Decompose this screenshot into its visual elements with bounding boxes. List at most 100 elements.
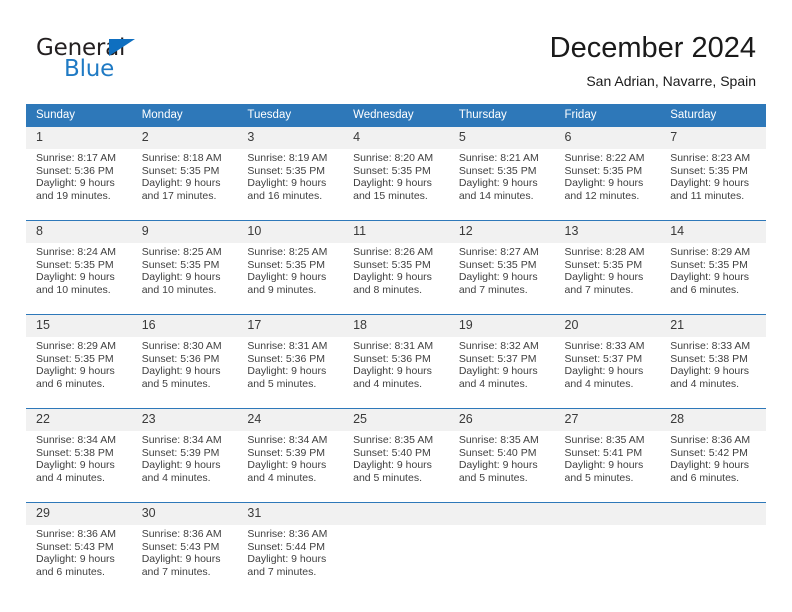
day-number[interactable]: 25 xyxy=(343,408,449,431)
sunrise-text: Sunrise: 8:17 AM xyxy=(36,152,116,164)
daylight-text-line2: and 10 minutes. xyxy=(36,283,111,296)
day-cell[interactable]: Sunrise: 8:28 AM Sunset: 5:35 PM Dayligh… xyxy=(554,243,661,315)
day-number[interactable]: 29 xyxy=(26,502,132,525)
day-number[interactable]: 15 xyxy=(26,314,132,337)
day-number[interactable]: 20 xyxy=(554,314,661,337)
day-cell[interactable]: Sunrise: 8:30 AM Sunset: 5:36 PM Dayligh… xyxy=(131,337,238,409)
day-cell[interactable]: Sunrise: 8:33 AM Sunset: 5:37 PM Dayligh… xyxy=(554,337,661,409)
day-number[interactable]: 1 xyxy=(26,127,132,149)
daylight-text-line2: and 10 minutes. xyxy=(141,283,217,296)
day-number[interactable]: 24 xyxy=(237,408,344,431)
sunset-text: Sunset: 5:36 PM xyxy=(141,352,220,365)
day-number[interactable]: 12 xyxy=(448,220,555,243)
day-cell[interactable]: Sunrise: 8:35 AM Sunset: 5:41 PM Dayligh… xyxy=(554,431,661,503)
day-number[interactable]: 28 xyxy=(660,408,766,431)
sunset-text: Sunset: 5:35 PM xyxy=(564,164,643,177)
daylight-text-line1: Daylight: 9 hours xyxy=(564,177,644,190)
page-header: General Blue December 2024 San Adrian, N… xyxy=(0,0,792,104)
day-cell[interactable]: Sunrise: 8:36 AM Sunset: 5:43 PM Dayligh… xyxy=(26,525,132,596)
general-blue-logo[interactable]: General Blue xyxy=(36,36,276,88)
sunrise-text: Sunrise: 8:36 AM xyxy=(247,528,328,540)
day-cell[interactable]: Sunrise: 8:35 AM Sunset: 5:40 PM Dayligh… xyxy=(448,431,555,503)
sunrise-text: Sunrise: 8:33 AM xyxy=(564,340,645,352)
day-cell[interactable]: Sunrise: 8:24 AM Sunset: 5:35 PM Dayligh… xyxy=(26,243,132,315)
day-number[interactable]: 22 xyxy=(26,408,132,431)
day-cell[interactable]: Sunrise: 8:19 AM Sunset: 5:35 PM Dayligh… xyxy=(237,149,344,221)
sunrise-text: Sunrise: 8:30 AM xyxy=(141,340,222,352)
day-number[interactable]: 7 xyxy=(660,127,766,149)
sunset-text: Sunset: 5:41 PM xyxy=(564,446,643,459)
day-number[interactable]: 9 xyxy=(131,220,238,243)
day-cell-empty xyxy=(343,525,449,596)
weekday-header-monday: Monday xyxy=(131,104,238,127)
day-cell[interactable]: Sunrise: 8:29 AM Sunset: 5:35 PM Dayligh… xyxy=(660,243,766,315)
day-number-empty xyxy=(554,502,661,525)
day-number[interactable]: 6 xyxy=(554,127,661,149)
daylight-text-line1: Daylight: 9 hours xyxy=(247,365,327,378)
day-cell[interactable]: Sunrise: 8:36 AM Sunset: 5:42 PM Dayligh… xyxy=(660,431,766,503)
week-details-row: Sunrise: 8:29 AM Sunset: 5:35 PM Dayligh… xyxy=(26,337,766,409)
sunrise-text: Sunrise: 8:18 AM xyxy=(141,152,222,164)
sunrise-text: Sunrise: 8:31 AM xyxy=(247,340,328,352)
day-number[interactable]: 23 xyxy=(131,408,238,431)
daylight-text-line2: and 4 minutes. xyxy=(670,377,740,390)
day-cell[interactable]: Sunrise: 8:34 AM Sunset: 5:38 PM Dayligh… xyxy=(26,431,132,503)
weekday-header-wednesday: Wednesday xyxy=(343,104,449,127)
day-cell[interactable]: Sunrise: 8:36 AM Sunset: 5:44 PM Dayligh… xyxy=(237,525,344,596)
daylight-text-line1: Daylight: 9 hours xyxy=(458,177,538,190)
day-number[interactable]: 11 xyxy=(343,220,449,243)
weekday-header-saturday: Saturday xyxy=(660,104,766,127)
day-number[interactable]: 19 xyxy=(448,314,555,337)
sunset-text: Sunset: 5:35 PM xyxy=(564,258,643,271)
day-cell[interactable]: Sunrise: 8:23 AM Sunset: 5:35 PM Dayligh… xyxy=(660,149,766,221)
day-cell[interactable]: Sunrise: 8:21 AM Sunset: 5:35 PM Dayligh… xyxy=(448,149,555,221)
sunrise-text: Sunrise: 8:29 AM xyxy=(670,246,751,258)
day-cell[interactable]: Sunrise: 8:29 AM Sunset: 5:35 PM Dayligh… xyxy=(26,337,132,409)
day-number[interactable]: 2 xyxy=(131,127,238,149)
day-number[interactable]: 3 xyxy=(237,127,344,149)
sunrise-text: Sunrise: 8:21 AM xyxy=(458,152,539,164)
day-number[interactable]: 27 xyxy=(554,408,661,431)
daylight-text-line1: Daylight: 9 hours xyxy=(353,459,432,472)
day-number[interactable]: 26 xyxy=(448,408,555,431)
daylight-text-line2: and 5 minutes. xyxy=(458,471,528,484)
day-cell[interactable]: Sunrise: 8:33 AM Sunset: 5:38 PM Dayligh… xyxy=(660,337,766,409)
day-cell[interactable]: Sunrise: 8:34 AM Sunset: 5:39 PM Dayligh… xyxy=(131,431,238,503)
day-number[interactable]: 13 xyxy=(554,220,661,243)
day-cell[interactable]: Sunrise: 8:36 AM Sunset: 5:43 PM Dayligh… xyxy=(131,525,238,596)
day-cell[interactable]: Sunrise: 8:20 AM Sunset: 5:35 PM Dayligh… xyxy=(343,149,449,221)
day-number[interactable]: 17 xyxy=(237,314,344,337)
day-cell[interactable]: Sunrise: 8:17 AM Sunset: 5:36 PM Dayligh… xyxy=(26,149,132,221)
day-cell[interactable]: Sunrise: 8:31 AM Sunset: 5:36 PM Dayligh… xyxy=(343,337,449,409)
day-number[interactable]: 16 xyxy=(131,314,238,337)
day-number[interactable]: 14 xyxy=(660,220,766,243)
day-cell[interactable]: Sunrise: 8:18 AM Sunset: 5:35 PM Dayligh… xyxy=(131,149,238,221)
sunrise-text: Sunrise: 8:20 AM xyxy=(353,152,434,164)
sunset-text: Sunset: 5:42 PM xyxy=(670,446,748,459)
day-cell[interactable]: Sunrise: 8:25 AM Sunset: 5:35 PM Dayligh… xyxy=(131,243,238,315)
week-details-row: Sunrise: 8:36 AM Sunset: 5:43 PM Dayligh… xyxy=(26,525,766,596)
day-cell[interactable]: Sunrise: 8:25 AM Sunset: 5:35 PM Dayligh… xyxy=(237,243,344,315)
day-number[interactable]: 21 xyxy=(660,314,766,337)
day-number[interactable]: 8 xyxy=(26,220,132,243)
day-number[interactable]: 4 xyxy=(343,127,449,149)
sunrise-text: Sunrise: 8:19 AM xyxy=(247,152,328,164)
sunset-text: Sunset: 5:35 PM xyxy=(458,164,537,177)
daylight-text-line1: Daylight: 9 hours xyxy=(36,365,115,378)
daylight-text-line2: and 6 minutes. xyxy=(36,377,105,390)
calendar-table: Sunday Monday Tuesday Wednesday Thursday… xyxy=(26,104,766,596)
day-number[interactable]: 5 xyxy=(448,127,555,149)
day-number[interactable]: 10 xyxy=(237,220,344,243)
sunset-text: Sunset: 5:43 PM xyxy=(141,540,220,553)
day-cell[interactable]: Sunrise: 8:26 AM Sunset: 5:35 PM Dayligh… xyxy=(343,243,449,315)
day-cell[interactable]: Sunrise: 8:22 AM Sunset: 5:35 PM Dayligh… xyxy=(554,149,661,221)
day-cell[interactable]: Sunrise: 8:31 AM Sunset: 5:36 PM Dayligh… xyxy=(237,337,344,409)
day-number[interactable]: 18 xyxy=(343,314,449,337)
day-cell[interactable]: Sunrise: 8:34 AM Sunset: 5:39 PM Dayligh… xyxy=(237,431,344,503)
day-cell[interactable]: Sunrise: 8:35 AM Sunset: 5:40 PM Dayligh… xyxy=(343,431,449,503)
day-cell[interactable]: Sunrise: 8:32 AM Sunset: 5:37 PM Dayligh… xyxy=(448,337,555,409)
day-number[interactable]: 30 xyxy=(131,502,238,525)
day-number[interactable]: 31 xyxy=(237,502,344,525)
day-cell[interactable]: Sunrise: 8:27 AM Sunset: 5:35 PM Dayligh… xyxy=(448,243,555,315)
sunset-text: Sunset: 5:35 PM xyxy=(670,164,748,177)
